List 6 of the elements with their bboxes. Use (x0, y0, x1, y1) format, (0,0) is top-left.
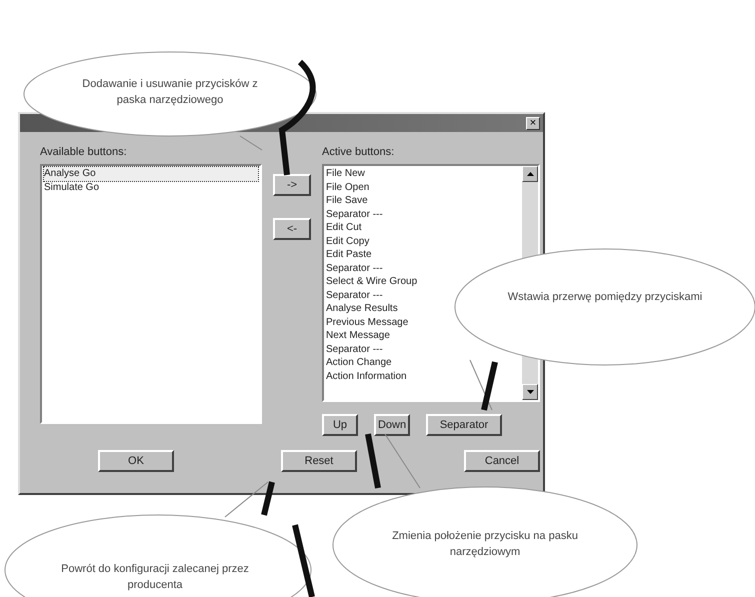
callout-text: Zmienia położenie przycisku na pasku narzędziowym (391, 529, 579, 560)
callout-text: Wstawia przerwę pomiędzy przyciskami (506, 290, 704, 305)
callout-text: Powrót do konfiguracji zalecanej przez producenta (60, 562, 250, 593)
list-label: Available buttons: (40, 146, 128, 160)
list-label: Active buttons: (322, 146, 396, 160)
callout-text: Dodawanie i usuwanie przycisków z paska narzędziowego (81, 77, 259, 108)
